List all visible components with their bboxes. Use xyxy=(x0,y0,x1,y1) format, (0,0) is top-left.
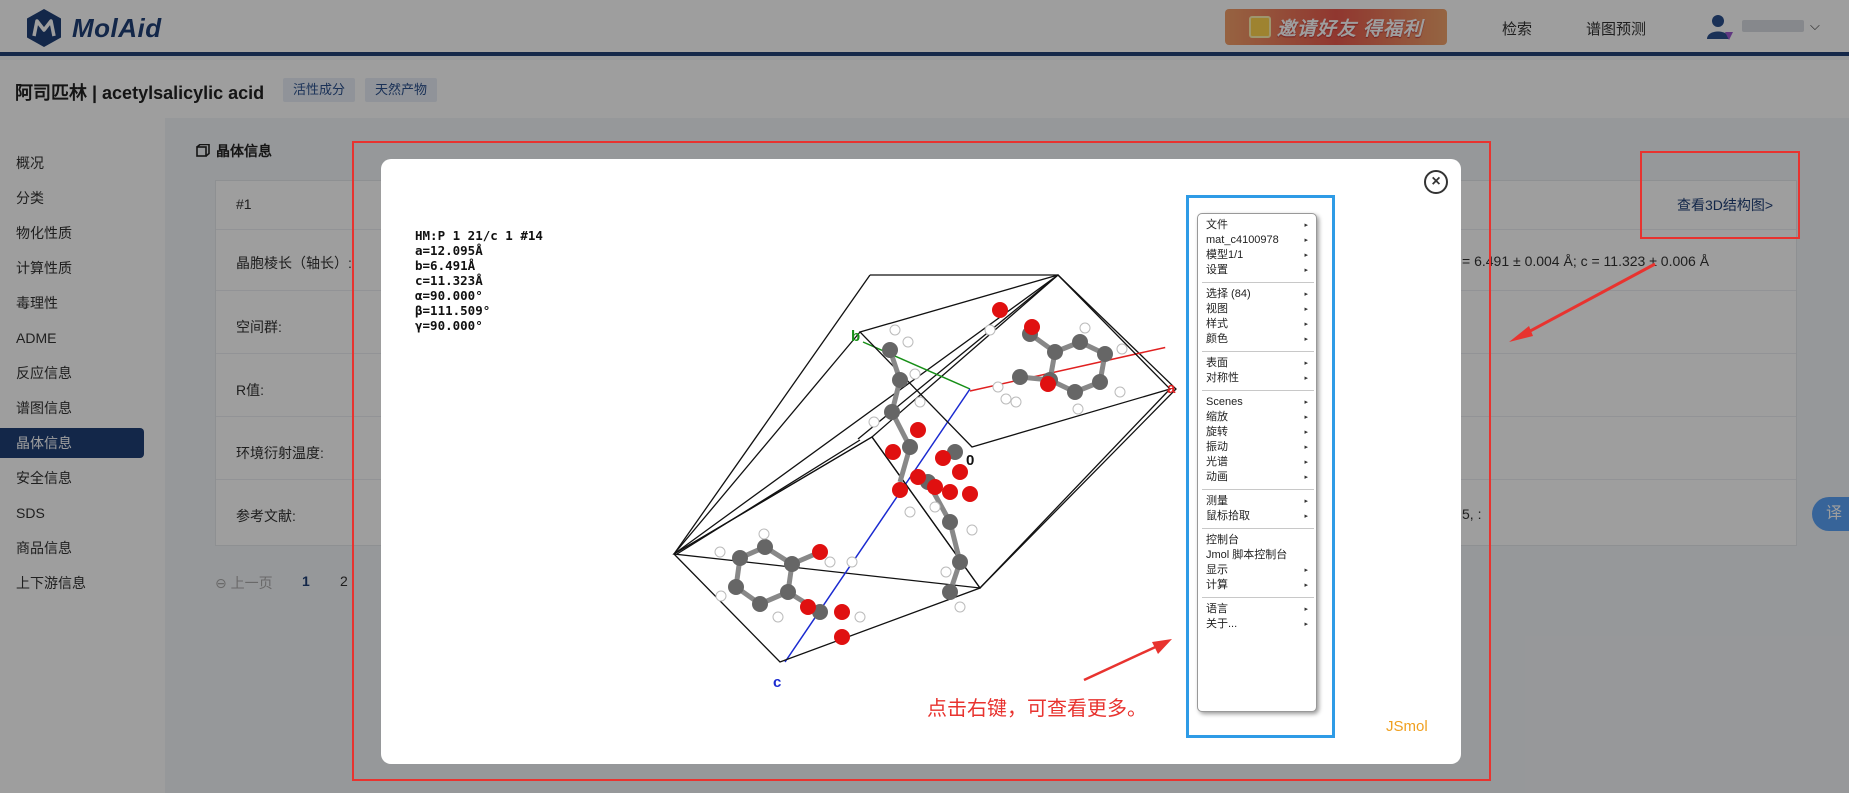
menu-item-script-console[interactable]: Jmol 脚本控制台 xyxy=(1206,548,1314,563)
submenu-arrow-icon: ▸ xyxy=(1304,291,1308,298)
menu-item-label: 语言 xyxy=(1206,603,1228,615)
menu-item-select[interactable]: 选择 (84) ▸ xyxy=(1206,287,1314,302)
submenu-arrow-icon: ▸ xyxy=(1304,237,1308,244)
menu-item-label: 样式 xyxy=(1206,318,1228,330)
menu-item-symmetry[interactable]: 对称性 ▸ xyxy=(1206,371,1314,386)
menu-item-mouse-pick[interactable]: 鼠标拾取 ▸ xyxy=(1206,509,1314,524)
submenu-arrow-icon: ▸ xyxy=(1304,399,1308,406)
menu-item-surface[interactable]: 表面 ▸ xyxy=(1206,356,1314,371)
menu-separator xyxy=(1202,597,1314,598)
submenu-arrow-icon: ▸ xyxy=(1304,513,1308,520)
menu-item-label: 动画 xyxy=(1206,471,1228,483)
submenu-arrow-icon: ▸ xyxy=(1304,360,1308,367)
menu-item-model[interactable]: 模型1/1 ▸ xyxy=(1206,248,1314,263)
menu-item-label: mat_c4100978 xyxy=(1206,234,1279,246)
menu-item-model-name[interactable]: mat_c4100978 ▸ xyxy=(1206,233,1314,248)
info-line: HM:P 1 21/c 1 #14 xyxy=(415,228,543,243)
submenu-arrow-icon: ▸ xyxy=(1304,267,1308,274)
menu-item-settings[interactable]: 设置 ▸ xyxy=(1206,263,1314,278)
jsmol-3d-viewer[interactable] xyxy=(660,262,1200,702)
menu-item-label: 设置 xyxy=(1206,264,1228,276)
menu-item-label: 文件 xyxy=(1206,219,1228,231)
menu-item-style[interactable]: 样式 ▸ xyxy=(1206,317,1314,332)
menu-item-label: 旋转 xyxy=(1206,426,1228,438)
axis-c-label: c xyxy=(773,674,782,691)
menu-item-spectra[interactable]: 光谱 ▸ xyxy=(1206,455,1314,470)
menu-item-label: 选择 (84) xyxy=(1206,288,1251,300)
annotation-arrow-icon xyxy=(1509,262,1656,342)
menu-item-measure[interactable]: 测量 ▸ xyxy=(1206,494,1314,509)
info-line: β=111.509° xyxy=(415,303,491,318)
menu-item-zoom[interactable]: 缩放 ▸ xyxy=(1206,410,1314,425)
origin-label: 0 xyxy=(966,452,975,469)
info-line: a=12.095Å xyxy=(415,243,483,258)
menu-item-label: Scenes xyxy=(1206,396,1243,408)
menu-item-label: 光谱 xyxy=(1206,456,1228,468)
menu-item-label: 鼠标拾取 xyxy=(1206,510,1250,522)
menu-separator xyxy=(1202,390,1314,391)
menu-item-label: 控制台 xyxy=(1206,534,1239,546)
submenu-arrow-icon: ▸ xyxy=(1304,429,1308,436)
submenu-arrow-icon: ▸ xyxy=(1304,375,1308,382)
submenu-arrow-icon: ▸ xyxy=(1304,498,1308,505)
menu-item-file[interactable]: 文件 ▸ xyxy=(1206,218,1314,233)
submenu-arrow-icon: ▸ xyxy=(1304,321,1308,328)
submenu-arrow-icon: ▸ xyxy=(1304,252,1308,259)
submenu-arrow-icon: ▸ xyxy=(1304,459,1308,466)
submenu-arrow-icon: ▸ xyxy=(1304,621,1308,628)
unit-cell-info: HM:P 1 21/c 1 #14 a=12.095Å b=6.491Å c=1… xyxy=(415,228,543,333)
submenu-arrow-icon: ▸ xyxy=(1304,306,1308,313)
menu-item-compute[interactable]: 计算 ▸ xyxy=(1206,578,1314,593)
menu-item-label: 模型1/1 xyxy=(1206,249,1244,261)
submenu-arrow-icon: ▸ xyxy=(1304,222,1308,229)
info-line: γ=90.000° xyxy=(415,318,483,333)
info-line: c=11.323Å xyxy=(415,273,483,288)
axis-b-label: b xyxy=(851,328,861,345)
menu-item-about[interactable]: 关于... ▸ xyxy=(1206,617,1314,632)
menu-item-label: 视图 xyxy=(1206,303,1228,315)
jsmol-context-menu: 文件 ▸ mat_c4100978 ▸ 模型1/1 ▸ 设置 ▸ 选择 (84) ▸ 视图… xyxy=(1197,213,1317,712)
menu-item-console[interactable]: 控制台 xyxy=(1206,533,1314,548)
menu-separator xyxy=(1202,282,1314,283)
info-line: b=6.491Å xyxy=(415,258,476,273)
submenu-arrow-icon: ▸ xyxy=(1304,606,1308,613)
menu-item-label: 颜色 xyxy=(1206,333,1228,345)
menu-separator xyxy=(1202,351,1314,352)
menu-item-rotate[interactable]: 旋转 ▸ xyxy=(1206,425,1314,440)
menu-item-label: 测量 xyxy=(1206,495,1228,507)
menu-item-label: 振动 xyxy=(1206,441,1228,453)
submenu-arrow-icon: ▸ xyxy=(1304,582,1308,589)
menu-item-label: 显示 xyxy=(1206,564,1228,576)
menu-item-color[interactable]: 颜色 ▸ xyxy=(1206,332,1314,347)
annotation-arrow-icon xyxy=(1083,639,1172,682)
info-line: α=90.000° xyxy=(415,288,483,303)
menu-item-language[interactable]: 语言 ▸ xyxy=(1206,602,1314,617)
menu-item-scenes[interactable]: Scenes ▸ xyxy=(1206,395,1314,410)
menu-item-label: 表面 xyxy=(1206,357,1228,369)
jsmol-brand[interactable]: JSmol xyxy=(1386,718,1428,735)
menu-item-label: 关于... xyxy=(1206,618,1238,630)
submenu-arrow-icon: ▸ xyxy=(1304,336,1308,343)
submenu-arrow-icon: ▸ xyxy=(1304,567,1308,574)
menu-separator xyxy=(1202,489,1314,490)
menu-item-vibration[interactable]: 振动 ▸ xyxy=(1206,440,1314,455)
menu-item-label: Jmol 脚本控制台 xyxy=(1206,549,1288,561)
menu-item-label: 缩放 xyxy=(1206,411,1228,423)
menu-separator xyxy=(1202,528,1314,529)
menu-item-view[interactable]: 视图 ▸ xyxy=(1206,302,1314,317)
menu-item-label: 对称性 xyxy=(1206,372,1239,384)
right-click-hint: 点击右键，可查看更多。 xyxy=(927,698,1147,720)
close-icon[interactable]: × xyxy=(1424,170,1448,194)
menu-item-show[interactable]: 显示 ▸ xyxy=(1206,563,1314,578)
submenu-arrow-icon: ▸ xyxy=(1304,414,1308,421)
menu-item-animation[interactable]: 动画 ▸ xyxy=(1206,470,1314,485)
axis-a-label: a xyxy=(1167,380,1176,397)
menu-item-label: 计算 xyxy=(1206,579,1228,591)
submenu-arrow-icon: ▸ xyxy=(1304,474,1308,481)
submenu-arrow-icon: ▸ xyxy=(1304,444,1308,451)
highlight-frame-view3d xyxy=(1640,151,1800,239)
